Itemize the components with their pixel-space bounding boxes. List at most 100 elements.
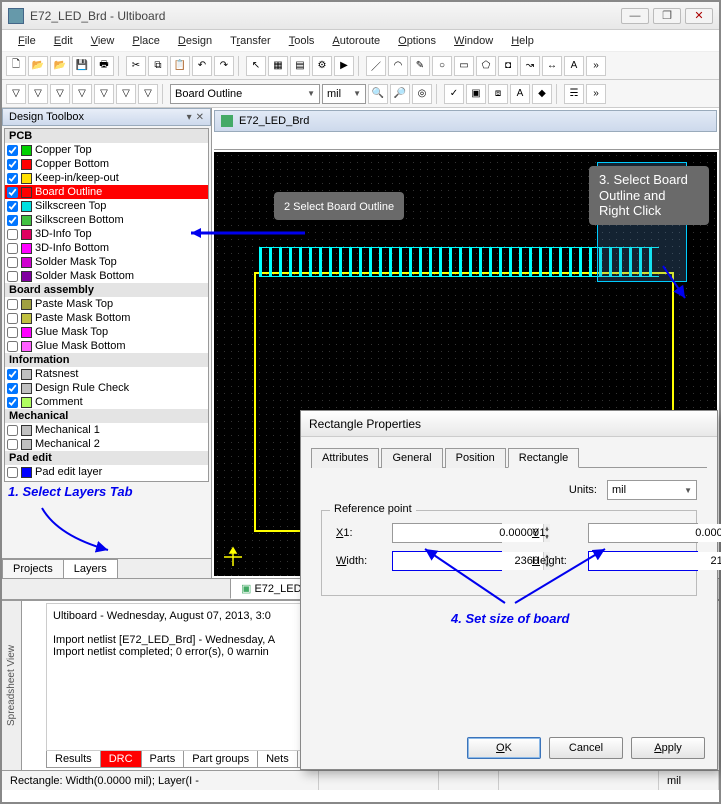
panel-dropdown-icon[interactable]: ▾ bbox=[187, 112, 192, 123]
menu-transfer[interactable]: Transfer bbox=[222, 33, 279, 49]
cancel-button[interactable]: Cancel bbox=[549, 737, 623, 759]
close-button[interactable]: ✕ bbox=[685, 8, 713, 24]
save-icon[interactable]: 💾 bbox=[72, 56, 92, 76]
layer-checkbox[interactable] bbox=[7, 173, 18, 184]
menu-view[interactable]: View bbox=[83, 33, 123, 49]
layer-checkbox[interactable] bbox=[7, 439, 18, 450]
layer-row[interactable]: Copper Bottom bbox=[5, 157, 208, 171]
cut-icon[interactable]: ✂ bbox=[126, 56, 146, 76]
y1-input[interactable]: ▲▼ bbox=[588, 523, 698, 543]
open-icon[interactable]: 📂 bbox=[28, 56, 48, 76]
layers-list[interactable]: PCBCopper TopCopper BottomKeep-in/keep-o… bbox=[4, 128, 209, 482]
misc4-icon[interactable]: ☴ bbox=[564, 84, 584, 104]
x1-input[interactable]: ▲▼ bbox=[392, 523, 502, 543]
menu-options[interactable]: Options bbox=[390, 33, 444, 49]
db-icon[interactable]: ▤ bbox=[290, 56, 310, 76]
menu-help[interactable]: Help bbox=[503, 33, 542, 49]
zoom3-icon[interactable]: ◎ bbox=[412, 84, 432, 104]
layer-checkbox[interactable] bbox=[7, 299, 18, 310]
layer-row[interactable]: Glue Mask Bottom bbox=[5, 339, 208, 353]
layer-checkbox[interactable] bbox=[7, 369, 18, 380]
filter4-icon[interactable]: ▽ bbox=[72, 84, 92, 104]
menu-file[interactable]: File bbox=[10, 33, 44, 49]
tab-results[interactable]: Results bbox=[46, 751, 101, 768]
layer-checkbox[interactable] bbox=[7, 243, 18, 254]
tab-nets[interactable]: Nets bbox=[257, 751, 298, 768]
width-input[interactable]: ▲▼ bbox=[392, 551, 502, 571]
layer-row[interactable]: Solder Mask Top bbox=[5, 255, 208, 269]
open2-icon[interactable]: 📂 bbox=[50, 56, 70, 76]
layer-checkbox[interactable] bbox=[7, 383, 18, 394]
layer-row[interactable]: Solder Mask Bottom bbox=[5, 269, 208, 283]
layer-checkbox[interactable] bbox=[7, 145, 18, 156]
panel-close-icon[interactable]: ✕ bbox=[196, 112, 204, 123]
drc-icon[interactable]: ✓ bbox=[444, 84, 464, 104]
ok-button[interactable]: OK bbox=[467, 737, 541, 759]
layer-checkbox[interactable] bbox=[7, 159, 18, 170]
layer-row[interactable]: Keep-in/keep-out bbox=[5, 171, 208, 185]
layer-row[interactable]: Pad edit layer bbox=[5, 465, 208, 479]
select-icon[interactable]: ↖ bbox=[246, 56, 266, 76]
layer-checkbox[interactable] bbox=[7, 341, 18, 352]
layer-row[interactable]: 3D-Info Top bbox=[5, 227, 208, 241]
spreadsheet-view-tab[interactable]: Spreadsheet View bbox=[2, 601, 22, 770]
layer-checkbox[interactable] bbox=[7, 397, 18, 408]
poly-icon[interactable]: ⬠ bbox=[476, 56, 496, 76]
tools-icon[interactable]: ⚙ bbox=[312, 56, 332, 76]
trace-icon[interactable]: ↝ bbox=[520, 56, 540, 76]
tab-parts[interactable]: Parts bbox=[141, 751, 185, 768]
misc1-icon[interactable]: ⧈ bbox=[488, 84, 508, 104]
dim-icon[interactable]: ↔ bbox=[542, 56, 562, 76]
zoom1-icon[interactable]: 🔍 bbox=[368, 84, 388, 104]
layer-row[interactable]: Paste Mask Bottom bbox=[5, 311, 208, 325]
layer-row[interactable]: Mechanical 2 bbox=[5, 437, 208, 451]
rect-icon[interactable]: ▭ bbox=[454, 56, 474, 76]
arc-icon[interactable]: ◠ bbox=[388, 56, 408, 76]
tab-position[interactable]: Position bbox=[445, 448, 506, 468]
layer-row[interactable]: 3D-Info Bottom bbox=[5, 241, 208, 255]
filter6-icon[interactable]: ▽ bbox=[116, 84, 136, 104]
menu-window[interactable]: Window bbox=[446, 33, 501, 49]
pencil-icon[interactable]: ✎ bbox=[410, 56, 430, 76]
layer-checkbox[interactable] bbox=[7, 187, 18, 198]
menu-place[interactable]: Place bbox=[124, 33, 168, 49]
print-icon[interactable]: 🖶 bbox=[94, 56, 114, 76]
layer-combo[interactable]: Board Outline▼ bbox=[170, 84, 320, 104]
child-window-title[interactable]: E72_LED_Brd bbox=[214, 110, 717, 132]
tab-layers[interactable]: Layers bbox=[63, 559, 118, 578]
apply-button[interactable]: Apply bbox=[631, 737, 705, 759]
via-icon[interactable]: ◘ bbox=[498, 56, 518, 76]
redo-icon[interactable]: ↷ bbox=[214, 56, 234, 76]
line-icon[interactable]: ／ bbox=[366, 56, 386, 76]
paste-icon[interactable]: 📋 bbox=[170, 56, 190, 76]
layer-checkbox[interactable] bbox=[7, 257, 18, 268]
layer-checkbox[interactable] bbox=[7, 229, 18, 240]
menu-autoroute[interactable]: Autoroute bbox=[324, 33, 388, 49]
layer-checkbox[interactable] bbox=[7, 201, 18, 212]
layer-row[interactable]: Board Outline bbox=[5, 185, 208, 199]
layer-row[interactable]: Silkscreen Top bbox=[5, 199, 208, 213]
menu-tools[interactable]: Tools bbox=[281, 33, 323, 49]
tab-attributes[interactable]: Attributes bbox=[311, 448, 379, 468]
layer-checkbox[interactable] bbox=[7, 271, 18, 282]
units-combo[interactable]: mil▼ bbox=[607, 480, 697, 500]
undo-icon[interactable]: ↶ bbox=[192, 56, 212, 76]
menu-edit[interactable]: Edit bbox=[46, 33, 81, 49]
unit-combo[interactable]: mil▼ bbox=[322, 84, 366, 104]
maximize-button[interactable]: ❐ bbox=[653, 8, 681, 24]
tab-rectangle[interactable]: Rectangle bbox=[508, 448, 580, 468]
filter1-icon[interactable]: ▽ bbox=[6, 84, 26, 104]
tab-part-groups[interactable]: Part groups bbox=[183, 751, 258, 768]
misc3-icon[interactable]: ◆ bbox=[532, 84, 552, 104]
layer-checkbox[interactable] bbox=[7, 215, 18, 226]
height-input[interactable]: ▲▼ bbox=[588, 551, 698, 571]
layer-row[interactable]: Mechanical 1 bbox=[5, 423, 208, 437]
layer-row[interactable]: Ratsnest bbox=[5, 367, 208, 381]
3d-icon[interactable]: ▣ bbox=[466, 84, 486, 104]
layer-row[interactable]: Comment bbox=[5, 395, 208, 409]
layer-checkbox[interactable] bbox=[7, 467, 18, 478]
filter3-icon[interactable]: ▽ bbox=[50, 84, 70, 104]
new-icon[interactable]: 🗋 bbox=[6, 56, 26, 76]
layer-row[interactable]: Silkscreen Bottom bbox=[5, 213, 208, 227]
copy-icon[interactable]: ⧉ bbox=[148, 56, 168, 76]
